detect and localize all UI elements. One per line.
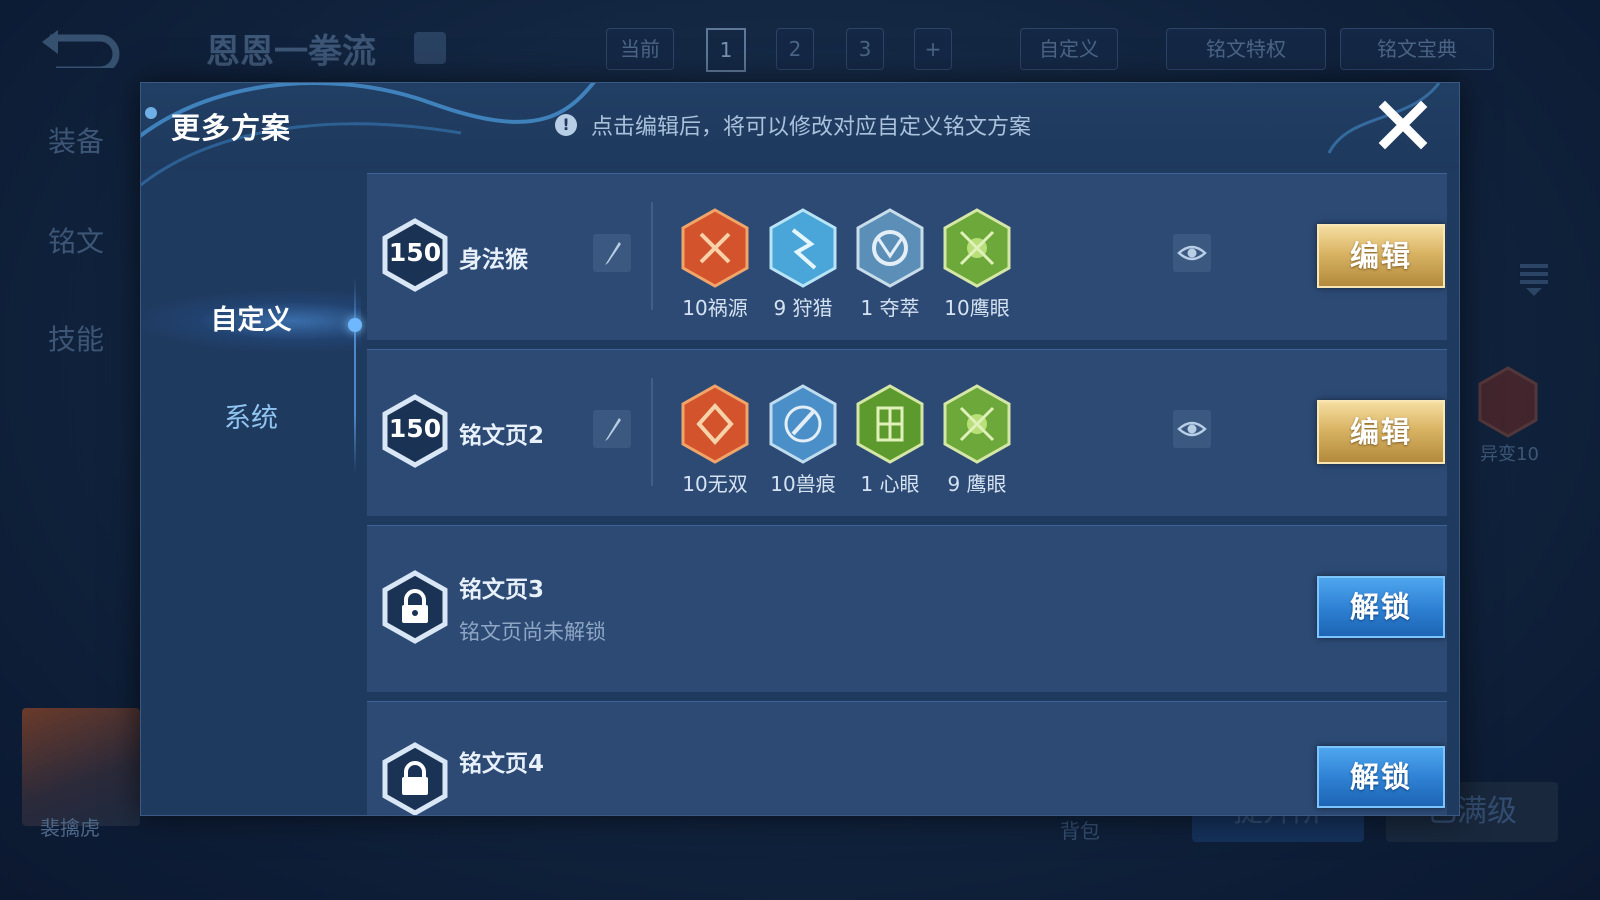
unlock-button[interactable]: 解锁 xyxy=(1317,576,1445,638)
rune-label: 1 心眼 xyxy=(860,472,920,496)
side-tab-runes[interactable]: 铭文 xyxy=(48,220,104,260)
custom-tab[interactable]: 自定义 xyxy=(1020,28,1118,70)
hint-text: 点击编辑后，将可以修改对应自定义铭文方案 xyxy=(591,115,1032,140)
back-arrow-icon[interactable] xyxy=(40,28,126,68)
side-tab-skills[interactable]: 技能 xyxy=(48,318,104,358)
red-rune-icon xyxy=(681,384,749,464)
blue-rune-icon xyxy=(856,208,924,288)
modal-title: 更多方案 xyxy=(171,111,292,145)
rename-pen-icon[interactable] xyxy=(593,410,631,448)
page-name: 铭文页3 xyxy=(459,577,545,603)
hint-row: ! 点击编辑后，将可以修改对应自定义铭文方案 xyxy=(555,107,1031,143)
lock-icon xyxy=(382,742,448,815)
modal-side-nav: 自定义 系统 xyxy=(141,169,362,815)
rune-guide-button[interactable]: 铭文宝典 xyxy=(1340,28,1494,70)
rune-page-card: 150 身法猴 10祸源 9 狩猎 1 夺萃 10鹰眼 编辑 xyxy=(367,173,1447,340)
info-icon: ! xyxy=(555,114,577,136)
nav-tab-custom[interactable]: 自定义 xyxy=(141,291,361,351)
page-name: 铭文页2 xyxy=(459,423,545,449)
side-tab-equipment[interactable]: 装备 xyxy=(48,120,104,160)
more-plans-modal: 更多方案 ! 点击编辑后，将可以修改对应自定义铭文方案 自定义 系统 150 身… xyxy=(140,82,1460,816)
page-tab-2[interactable]: 2 xyxy=(776,28,814,70)
locked-rune-page-card: 铭文页3 铭文页尚未解锁 解锁 xyxy=(367,525,1447,692)
lock-icon xyxy=(382,570,448,644)
blue-rune-icon xyxy=(769,208,837,288)
card-divider xyxy=(651,378,653,486)
locked-rune-page-card: 铭文页4 解锁 xyxy=(367,701,1447,815)
page-name: 身法猴 xyxy=(459,247,528,273)
bag-label[interactable]: 背包 xyxy=(1060,815,1100,844)
eye-icon[interactable] xyxy=(1173,410,1211,448)
rune-page-card: 150 铭文页2 10无双 10兽痕 1 心眼 9 鹰眼 编辑 xyxy=(367,349,1447,516)
page-level: 150 xyxy=(388,414,442,443)
right-rune-label: 异变10 xyxy=(1480,444,1539,465)
rune-label: 10鹰眼 xyxy=(944,296,1010,320)
page-name: 铭文页4 xyxy=(459,751,545,777)
rune-label: 10祸源 xyxy=(682,296,748,320)
page-tab-3[interactable]: 3 xyxy=(846,28,884,70)
add-page-button[interactable]: + xyxy=(914,28,952,70)
page-level: 150 xyxy=(388,238,442,267)
hero-avatar[interactable] xyxy=(22,708,140,826)
hero-title: 恩恩一拳流 xyxy=(206,32,376,72)
rune-label: 9 狩猎 xyxy=(773,296,833,320)
red-rune-icon xyxy=(1478,366,1538,438)
green-rune-icon xyxy=(943,384,1011,464)
rune-label: 9 鹰眼 xyxy=(947,472,1007,496)
close-icon[interactable] xyxy=(1375,97,1431,153)
rename-pen-icon[interactable] xyxy=(593,234,631,272)
eye-icon[interactable] xyxy=(1173,234,1211,272)
hero-name: 裴擒虎 xyxy=(40,816,100,840)
active-indicator-dot xyxy=(348,318,362,332)
unlock-button[interactable]: 解锁 xyxy=(1317,746,1445,808)
green-rune-icon xyxy=(856,384,924,464)
page-tab-1[interactable]: 1 xyxy=(706,28,746,72)
green-rune-icon xyxy=(943,208,1011,288)
nav-divider xyxy=(354,277,356,473)
edit-button[interactable]: 编辑 xyxy=(1317,400,1445,464)
card-divider xyxy=(651,202,653,310)
rune-privilege-button[interactable]: 铭文特权 xyxy=(1166,28,1326,70)
current-label: 当前 xyxy=(606,28,674,70)
edit-button[interactable]: 编辑 xyxy=(1317,224,1445,288)
rune-page-list[interactable]: 150 身法猴 10祸源 9 狩猎 1 夺萃 10鹰眼 编辑 150 铭文页2 … xyxy=(367,173,1447,815)
nav-tab-system[interactable]: 系统 xyxy=(141,389,361,449)
blue-rune-icon xyxy=(769,384,837,464)
locked-status-text: 铭文页尚未解锁 xyxy=(459,620,606,644)
rune-label: 10无双 xyxy=(682,472,748,496)
rune-label: 1 夺萃 xyxy=(860,296,920,320)
list-icon[interactable] xyxy=(1520,262,1548,296)
rune-label: 10兽痕 xyxy=(770,472,836,496)
red-rune-icon xyxy=(681,208,749,288)
grid-icon[interactable] xyxy=(414,32,446,64)
